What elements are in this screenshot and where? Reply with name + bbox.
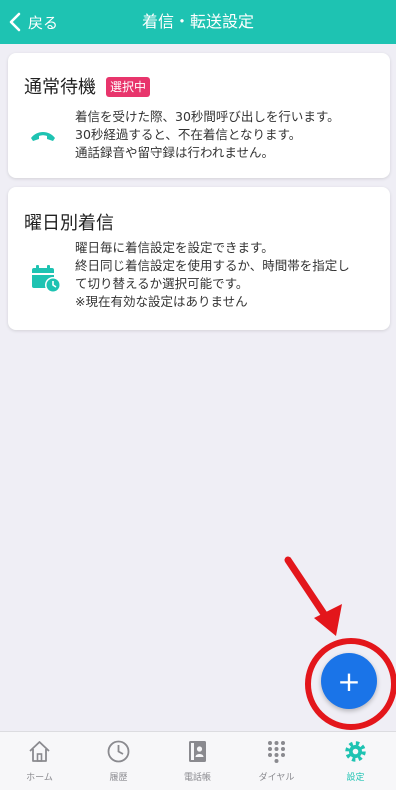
description-line: ※現在有効な設定はありません: [75, 294, 248, 309]
card-title: 曜日別着信: [24, 213, 114, 234]
card-title: 通常待機: [24, 77, 96, 98]
tab-label: 履歴: [109, 773, 128, 783]
chevron-left-icon: [9, 12, 21, 32]
description-line: 着信を受けた際、30秒間呼び出しを行います。: [75, 109, 340, 124]
tab-label: ダイヤル: [258, 773, 295, 783]
page-title: 着信・転送設定: [141, 12, 254, 31]
clock-icon: [107, 740, 130, 763]
description-line: 曜日毎に着信設定を設定できます。: [75, 240, 274, 255]
add-button[interactable]: +: [321, 653, 377, 709]
weekday-call-card[interactable]: 曜日別着信 曜日毎に着信設定を設定できます。 終日同じ着信設定を使用するか、時間…: [8, 187, 390, 330]
tab-home[interactable]: ホーム: [0, 732, 79, 790]
app-header: 戻る 着信・転送設定: [0, 0, 396, 44]
description-line: 30秒経過すると、不在着信となります。: [75, 127, 302, 142]
tab-phonebook[interactable]: 電話帳: [158, 732, 237, 790]
selected-badge: 選択中: [106, 77, 151, 97]
annotation-arrow-icon: [284, 556, 342, 636]
tab-dial[interactable]: ダイヤル: [237, 732, 316, 790]
tab-label: 電話帳: [183, 773, 211, 783]
home-icon: [29, 741, 50, 762]
description-line: 通話録音や留守録は行われません。: [75, 145, 275, 160]
normal-standby-card[interactable]: 通常待機 選択中 着信を受けた際、30秒間呼び出しを行います。 30秒経過すると…: [8, 53, 390, 178]
tab-label: ホーム: [26, 773, 53, 783]
calendar-clock-icon: [32, 265, 61, 293]
back-button[interactable]: 戻る: [8, 9, 58, 35]
description-line: て切り替えるか選択可能です。: [75, 276, 249, 291]
card-description: 着信を受けた際、30秒間呼び出しを行います。 30秒経過すると、不在着信となりま…: [75, 108, 385, 162]
plus-icon: +: [337, 664, 361, 698]
gear-icon: [345, 741, 366, 762]
description-line: 終日同じ着信設定を使用するか、時間帯を指定し: [75, 258, 350, 273]
tab-settings[interactable]: 設定: [316, 732, 395, 790]
back-label: 戻る: [28, 13, 59, 32]
tab-history[interactable]: 履歴: [79, 732, 158, 790]
tab-label: 設定: [346, 773, 365, 783]
card-description: 曜日毎に着信設定を設定できます。 終日同じ着信設定を使用するか、時間帯を指定し …: [75, 239, 385, 311]
dialpad-icon: [268, 741, 285, 763]
bottom-tab-bar: ホーム 履歴 電話帳 ダイヤル 設定: [0, 731, 396, 790]
phonebook-icon: [189, 741, 206, 762]
phone-handset-icon: [31, 132, 55, 141]
